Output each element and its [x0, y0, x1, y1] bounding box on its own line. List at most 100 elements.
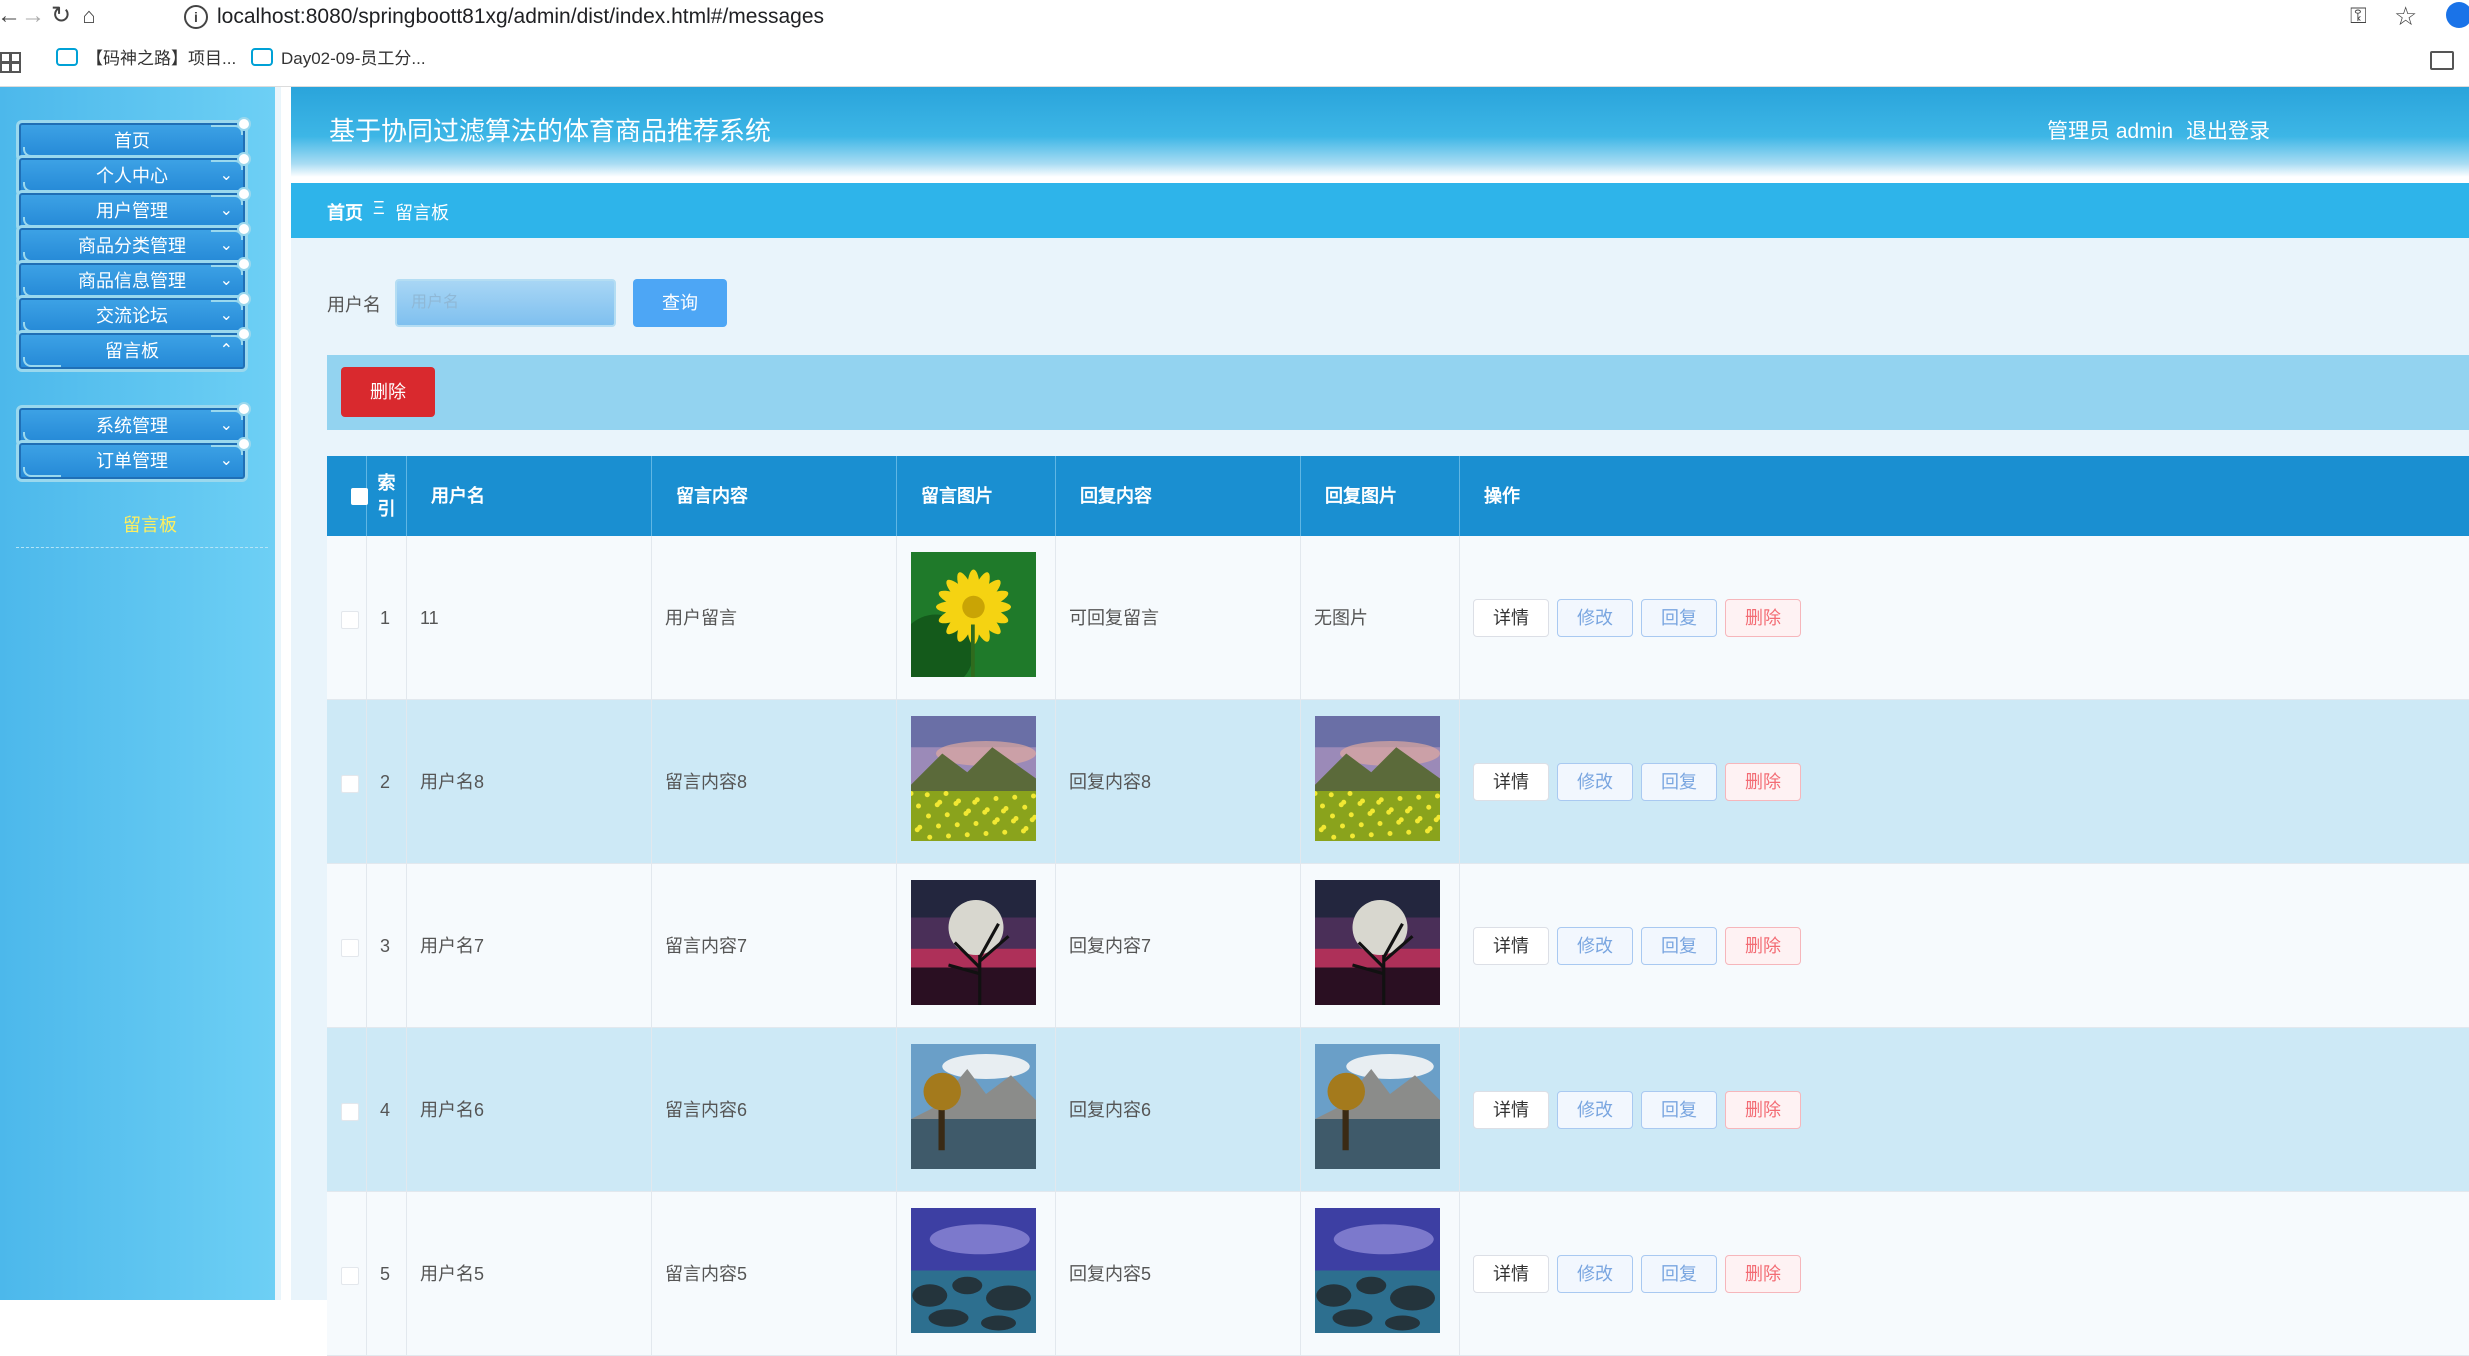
reply-image-cell: [1301, 700, 1460, 864]
edit-button[interactable]: 修改: [1557, 927, 1633, 965]
bookmark-star-icon[interactable]: ☆: [2394, 1, 2417, 32]
moon-image[interactable]: [1315, 880, 1440, 1005]
index-cell: 3: [367, 864, 407, 1028]
sidebar-item-label: 个人中心: [96, 166, 168, 186]
image-cell: [897, 1192, 1056, 1356]
sidebar-item-label: 商品信息管理: [78, 271, 186, 291]
image-cell: [897, 864, 1056, 1028]
reply-button[interactable]: 回复: [1641, 763, 1717, 801]
action-bar: 删除: [327, 355, 2469, 430]
reply-button[interactable]: 回复: [1641, 1255, 1717, 1293]
table-row: 4 用户名6 留言内容6 回复内容6 详情 修改 回复 删除: [327, 1028, 2469, 1192]
actions-cell: 详情 修改 回复 删除: [1460, 700, 2469, 864]
reload-icon[interactable]: ↻: [48, 3, 74, 29]
reply-image-cell: [1301, 1192, 1460, 1356]
sidebar-edge: [275, 87, 281, 1300]
ornament-dot-icon: [237, 257, 251, 271]
submenu-item-messages[interactable]: 留言板: [0, 511, 300, 537]
ornament-dot-icon: [237, 152, 251, 166]
actions-cell: 详情 修改 回复 删除: [1460, 1028, 2469, 1192]
reply-cell: 回复内容5: [1056, 1192, 1301, 1356]
meadow-image[interactable]: [911, 716, 1036, 841]
bookmark-item[interactable]: 【码神之路】项目...: [56, 48, 236, 70]
column-header-username[interactable]: 用户名: [407, 456, 652, 536]
column-header-reply[interactable]: 回复内容: [1056, 456, 1301, 536]
lake-image[interactable]: [1315, 1044, 1440, 1169]
reply-button[interactable]: 回复: [1641, 1091, 1717, 1129]
bookmark-item[interactable]: Day02-09-员工分...: [251, 48, 426, 70]
column-header-content[interactable]: 留言内容: [652, 456, 897, 536]
table-row: 5 用户名5 留言内容5 回复内容5 详情 修改 回复 删除: [327, 1192, 2469, 1356]
address-bar[interactable]: localhost:8080/springboott81xg/admin/dis…: [217, 2, 824, 32]
reply-cell: 回复内容6: [1056, 1028, 1301, 1192]
delete-button[interactable]: 删除: [1725, 927, 1801, 965]
index-cell: 4: [367, 1028, 407, 1192]
detail-button[interactable]: 详情: [1473, 1255, 1549, 1293]
detail-button[interactable]: 详情: [1473, 1091, 1549, 1129]
detail-button[interactable]: 详情: [1473, 763, 1549, 801]
delete-button[interactable]: 删除: [1725, 1091, 1801, 1129]
edit-button[interactable]: 修改: [1557, 1091, 1633, 1129]
folder-icon[interactable]: [2430, 51, 2454, 70]
username-cell: 用户名5: [407, 1192, 652, 1356]
ornament-icon: [23, 467, 61, 477]
edit-button[interactable]: 修改: [1557, 599, 1633, 637]
row-checkbox[interactable]: [341, 1267, 359, 1285]
rocks-image[interactable]: [911, 1208, 1036, 1333]
username-search-input[interactable]: 用户名: [395, 279, 616, 327]
profile-avatar-icon[interactable]: [2446, 2, 2469, 28]
column-header-reply-image[interactable]: 回复图片: [1301, 456, 1460, 536]
content-cell: 留言内容7: [652, 864, 897, 1028]
delete-button[interactable]: 删除: [1725, 1255, 1801, 1293]
back-arrow-icon[interactable]: ←: [0, 3, 22, 29]
sidebar-item-label: 系统管理: [96, 416, 168, 436]
delete-button[interactable]: 删除: [1725, 599, 1801, 637]
breadcrumb-home[interactable]: 首页: [327, 199, 363, 225]
forward-arrow-icon[interactable]: →: [20, 3, 46, 29]
username-cell: 11: [407, 536, 652, 700]
site-info-icon[interactable]: i: [184, 5, 208, 29]
bilibili-icon: [251, 48, 273, 66]
table-header: 索 引 用户名 留言内容 留言图片 回复内容 回复图片 操作: [327, 456, 2469, 536]
delete-button[interactable]: 删除: [1725, 763, 1801, 801]
chevron-up-icon: ⌃: [219, 342, 233, 359]
search-button[interactable]: 查询: [633, 279, 727, 327]
batch-delete-button[interactable]: 删除: [341, 367, 435, 417]
chevron-down-icon: ⌄: [219, 202, 233, 219]
detail-button[interactable]: 详情: [1473, 927, 1549, 965]
content-cell: 留言内容8: [652, 700, 897, 864]
select-all-checkbox[interactable]: [327, 456, 368, 536]
reply-button[interactable]: 回复: [1641, 599, 1717, 637]
sidebar-item[interactable]: 订单管理 ⌄: [16, 437, 251, 482]
key-icon[interactable]: ⚿: [2350, 3, 2367, 29]
row-checkbox[interactable]: [341, 611, 359, 629]
rocks-image[interactable]: [1315, 1208, 1440, 1333]
bilibili-icon: [56, 48, 78, 66]
ornament-icon: [23, 357, 61, 367]
row-checkbox-cell: [327, 700, 367, 864]
meadow-image[interactable]: [1315, 716, 1440, 841]
row-checkbox[interactable]: [341, 775, 359, 793]
moon-image[interactable]: [911, 880, 1036, 1005]
apps-grid-icon[interactable]: [0, 52, 21, 73]
row-checkbox[interactable]: [341, 939, 359, 957]
edit-button[interactable]: 修改: [1557, 1255, 1633, 1293]
detail-button[interactable]: 详情: [1473, 599, 1549, 637]
flower-image[interactable]: [911, 552, 1036, 677]
no-image-text: 无图片: [1314, 608, 1368, 628]
row-checkbox[interactable]: [341, 1103, 359, 1121]
home-icon[interactable]: ⌂: [76, 3, 102, 29]
breadcrumb-current: 留言板: [395, 203, 449, 223]
column-header-image[interactable]: 留言图片: [897, 456, 1056, 536]
chevron-down-icon: ⌄: [219, 272, 233, 289]
edit-button[interactable]: 修改: [1557, 763, 1633, 801]
lake-image[interactable]: [911, 1044, 1036, 1169]
column-header-actions: 操作: [1484, 486, 1520, 506]
index-cell: 1: [367, 536, 407, 700]
table-row: 2 用户名8 留言内容8 回复内容8 详情 修改 回复 删除: [327, 700, 2469, 864]
sidebar-item[interactable]: 留言板 ⌃: [16, 327, 251, 372]
logout-link[interactable]: 退出登录: [2186, 115, 2270, 145]
reply-button[interactable]: 回复: [1641, 927, 1717, 965]
image-cell: [897, 1028, 1056, 1192]
bookmarks-bar: 【码神之路】项目... Day02-09-员工分...: [0, 34, 2469, 87]
